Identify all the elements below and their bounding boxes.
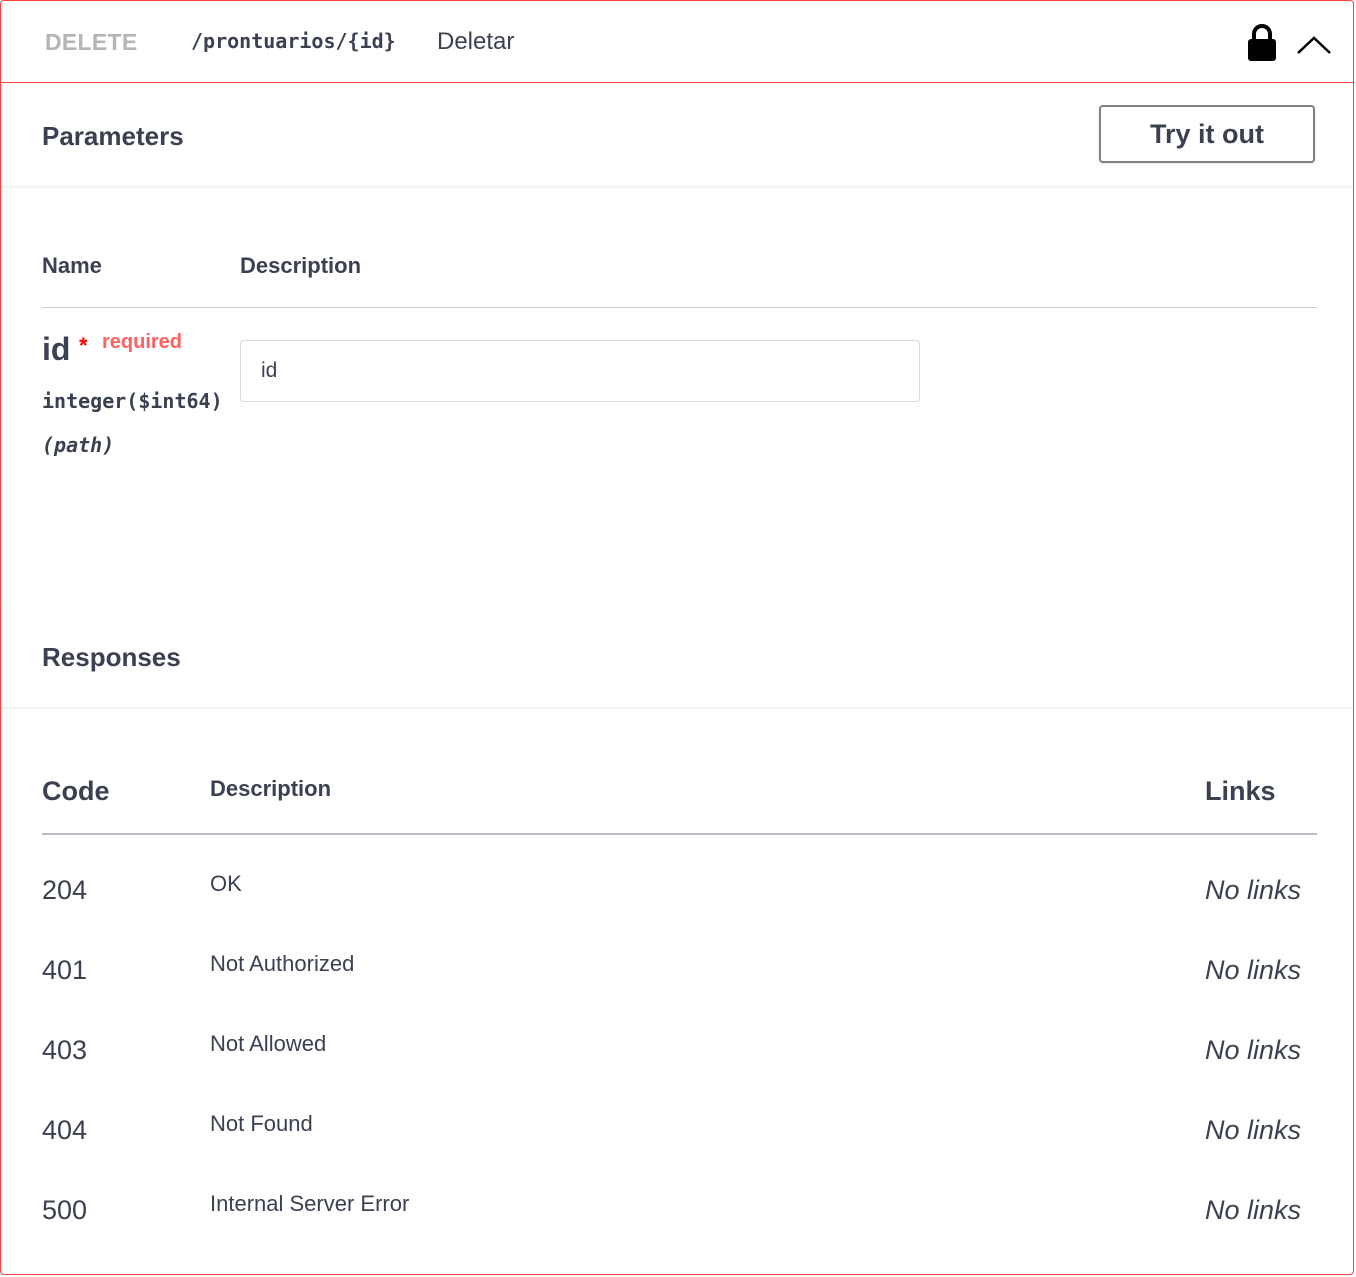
response-row-204: 204 OK No links xyxy=(1,853,1353,933)
response-links: No links xyxy=(1205,1035,1302,1065)
required-star: * xyxy=(79,333,88,358)
lock-icon[interactable] xyxy=(1245,23,1279,63)
parameters-header: Parameters Try it out xyxy=(1,84,1353,186)
response-links: No links xyxy=(1205,955,1302,985)
response-row-401: 401 Not Authorized No links xyxy=(1,933,1353,1013)
response-links: No links xyxy=(1205,875,1302,905)
parameters-col-description: Description xyxy=(240,253,362,278)
parameters-header-divider xyxy=(42,307,1317,308)
response-row-500: 500 Internal Server Error No links xyxy=(1,1173,1353,1253)
chevron-up-icon[interactable] xyxy=(1294,29,1334,59)
parameters-title: Parameters xyxy=(42,121,184,151)
operation-block-delete: DELETE /prontuarios/{id} Deletar Paramet… xyxy=(0,0,1354,1275)
responses-col-code: Code xyxy=(42,776,110,806)
operation-path: /prontuarios/{id} xyxy=(191,29,396,53)
response-code: 403 xyxy=(42,1035,88,1065)
responses-col-links: Links xyxy=(1205,776,1276,806)
response-description: Not Found xyxy=(210,1111,313,1136)
response-code: 500 xyxy=(42,1195,88,1225)
responses-col-description: Description xyxy=(210,776,332,801)
response-row-403: 403 Not Allowed No links xyxy=(1,1013,1353,1093)
response-description: Not Allowed xyxy=(210,1031,327,1056)
responses-title: Responses xyxy=(42,642,181,672)
response-code: 401 xyxy=(42,955,88,985)
parameter-location: (path) xyxy=(42,433,115,457)
response-row-404: 404 Not Found No links xyxy=(1,1093,1353,1173)
response-description: OK xyxy=(210,871,242,896)
response-code: 404 xyxy=(42,1115,88,1145)
required-label: required xyxy=(102,331,183,353)
operation-summary[interactable]: DELETE /prontuarios/{id} Deletar xyxy=(1,1,1353,83)
response-description: Not Authorized xyxy=(210,951,355,976)
responses-header-divider xyxy=(42,833,1317,835)
response-description: Internal Server Error xyxy=(210,1191,410,1216)
parameters-col-name: Name xyxy=(42,253,102,278)
id-input[interactable] xyxy=(240,340,920,402)
method-badge: DELETE xyxy=(45,29,138,55)
parameter-type: integer($int64) xyxy=(42,389,223,413)
response-links: No links xyxy=(1205,1195,1302,1225)
try-it-out-button[interactable]: Try it out xyxy=(1099,105,1315,163)
response-code: 204 xyxy=(42,875,88,905)
parameter-name: id xyxy=(42,331,71,367)
responses-header: Responses xyxy=(1,605,1353,707)
operation-summary-text: Deletar xyxy=(437,28,515,55)
response-links: No links xyxy=(1205,1115,1302,1145)
